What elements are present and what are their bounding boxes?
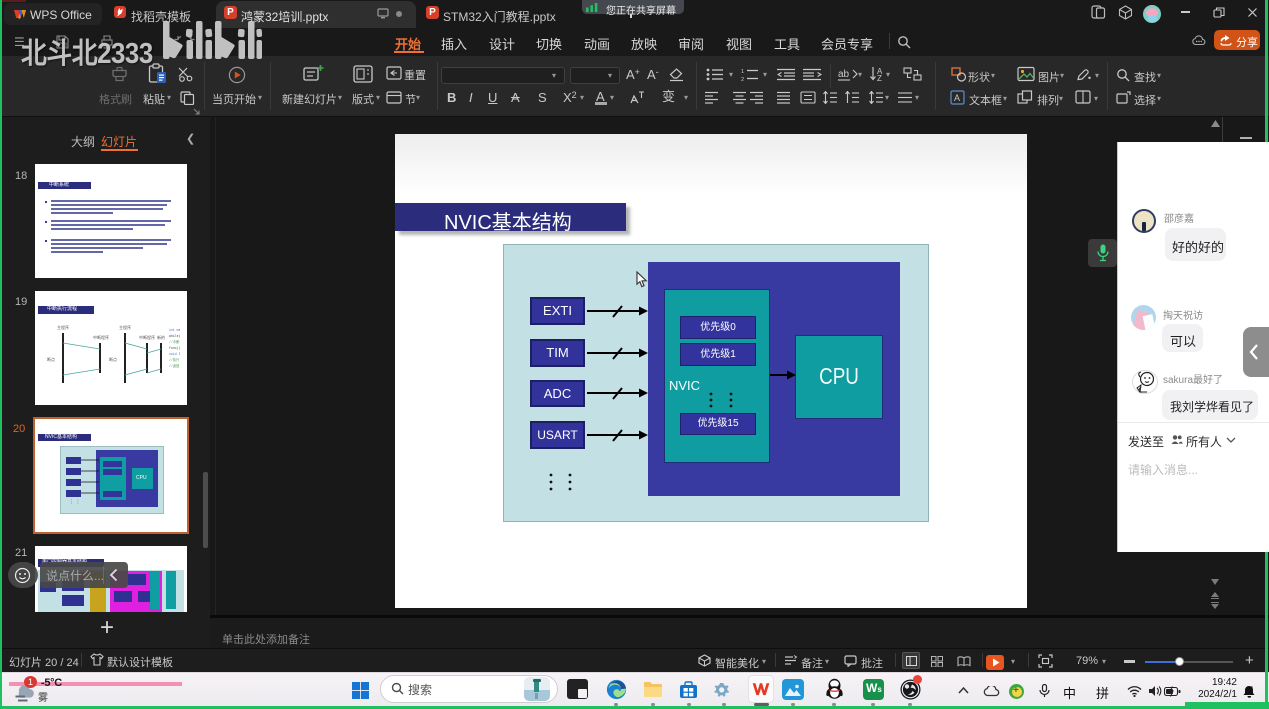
svg-text:int main: int main (169, 328, 180, 332)
svg-text:while(1): while(1) (169, 334, 180, 338)
svg-text:2: 2 (741, 77, 744, 81)
svg-text:A: A (954, 93, 960, 103)
svg-text:func(): func() (169, 346, 180, 350)
svg-text:主程序: 主程序 (119, 324, 131, 330)
svg-text:断点: 断点 (109, 356, 117, 362)
svg-text:1: 1 (741, 69, 744, 75)
svg-text:z: z (1250, 686, 1253, 692)
svg-text:主程序: 主程序 (57, 324, 69, 330)
svg-text:void IRQ: void IRQ (169, 352, 180, 356)
svg-text:断点: 断点 (47, 356, 55, 362)
svg-text:新的: 新的 (157, 334, 165, 340)
svg-text:Z: Z (877, 74, 882, 82)
svg-text://中断1: //中断1 (169, 339, 180, 344)
svg-text:ab: ab (838, 69, 850, 80)
svg-text://返回: //返回 (169, 363, 179, 368)
svg-text:中断程序: 中断程序 (139, 334, 155, 340)
svg-text:中断程序: 中断程序 (93, 334, 109, 340)
svg-text://执行: //执行 (169, 357, 180, 362)
svg-text:变: 变 (662, 89, 675, 104)
